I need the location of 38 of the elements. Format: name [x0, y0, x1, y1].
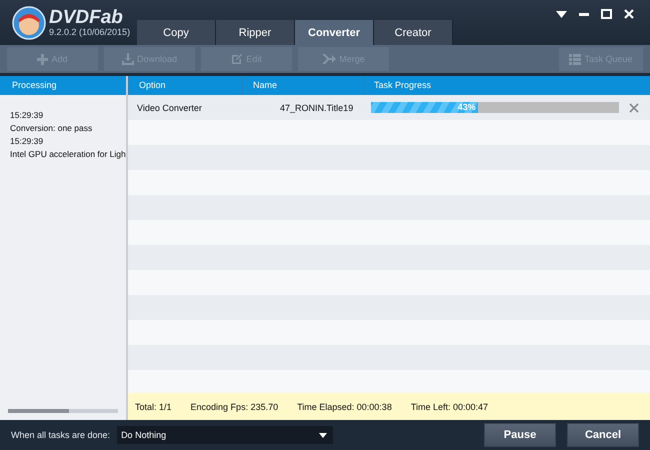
status-text: Total: 1/1 [135, 402, 172, 412]
version-label: 9.2.0.2 (10/06/2015) [49, 27, 130, 37]
progress-percent: 43% [456, 102, 477, 113]
caret-icon [319, 432, 328, 438]
table-cell-text: Video Converter [136, 102, 203, 112]
app-name: DVDFab [49, 8, 124, 27]
when-done-dropdown[interactable]: Do Nothing [117, 426, 334, 444]
minimize-icon[interactable] [579, 12, 589, 16]
tab[interactable]: Ripper [216, 20, 295, 45]
remove-icon[interactable] [629, 102, 639, 112]
status-text: Time Left: 00:00:47 [410, 402, 488, 412]
column-header: Processing [0, 76, 126, 95]
tab[interactable]: Converter [295, 20, 374, 45]
scrollbar[interactable] [8, 409, 118, 413]
status-text: Time Elapsed: 00:00:38 [297, 402, 392, 412]
plus-icon [37, 54, 48, 64]
tab[interactable]: Creator [374, 20, 453, 45]
close-icon[interactable] [624, 9, 634, 19]
list-icon [569, 54, 582, 64]
log-line: 15:29:39 [10, 135, 44, 148]
log-line: Conversion: one pass [10, 122, 94, 135]
merge-arrow-icon [322, 54, 336, 64]
table-cell-text: 47_RONIN.Title19 [279, 102, 354, 112]
when-done-label: When all tasks are done: [11, 430, 110, 440]
status-text: Encoding Fps: 235.70 [190, 402, 278, 412]
maximize-icon[interactable] [601, 9, 612, 19]
log-line: Intel GPU acceleration for Ligh [10, 148, 126, 161]
dropdown-icon[interactable] [556, 10, 567, 18]
logo-icon [12, 6, 46, 40]
edit-icon [231, 53, 244, 65]
column-header: Task Progress [363, 76, 650, 95]
tab[interactable]: Copy [137, 20, 216, 45]
log-line: 15:29:39 [10, 109, 44, 122]
download-icon [122, 53, 134, 65]
column-header: Name [242, 76, 363, 95]
footer-button[interactable]: Cancel [567, 423, 639, 447]
column-header: Option [128, 76, 242, 95]
footer-button[interactable]: Pause [484, 423, 556, 447]
